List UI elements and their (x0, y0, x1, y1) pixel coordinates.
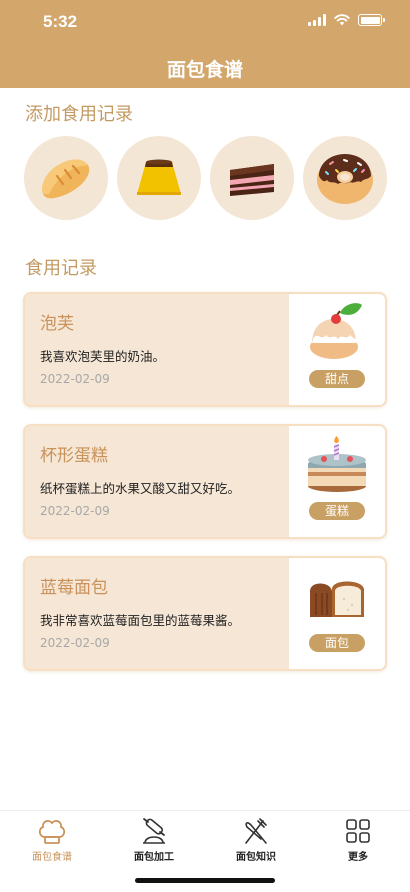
record-card[interactable]: 蓝莓面包 我非常喜欢蓝莓面包里的蓝莓果酱。 2022-02-09 面包 (23, 556, 387, 671)
record-date: 2022-02-09 (40, 372, 110, 386)
home-indicator (135, 878, 275, 883)
category-tag: 蛋糕 (309, 502, 365, 520)
add-donut-button[interactable] (303, 136, 387, 220)
tab-processing[interactable]: 面包加工 (114, 817, 194, 863)
record-card[interactable]: 泡芙 我喜欢泡芙里的奶油。 2022-02-09 甜点 (23, 292, 387, 407)
tab-label: 面包加工 (134, 852, 174, 863)
record-title: 杯形蛋糕 (40, 446, 108, 466)
toast-bread-icon (310, 581, 364, 617)
record-side: 面包 (289, 558, 385, 669)
fork-knife-icon (245, 818, 267, 844)
record-side: 甜点 (289, 294, 385, 405)
header-bar: 5:32 面包食谱 (0, 0, 410, 88)
category-tag: 面包 (309, 634, 365, 652)
birthday-cake-icon (308, 436, 366, 492)
records-title: 食用记录 (25, 258, 97, 279)
record-title: 蓝莓面包 (40, 578, 108, 598)
battery-icon (358, 14, 385, 26)
add-bread-button[interactable] (24, 136, 108, 220)
tab-label: 面包知识 (236, 852, 276, 863)
record-desc: 我非常喜欢蓝莓面包里的蓝莓果酱。 (40, 613, 241, 628)
tab-more[interactable]: 更多 (318, 817, 398, 863)
record-title: 泡芙 (40, 314, 74, 334)
wifi-icon (334, 14, 350, 26)
status-bar: 5:32 (0, 0, 410, 46)
grid-icon (346, 819, 370, 843)
tab-knowledge[interactable]: 面包知识 (216, 817, 296, 863)
tab-label: 面包食谱 (32, 852, 72, 863)
record-side: 蛋糕 (289, 426, 385, 537)
add-record-title: 添加食用记录 (25, 104, 133, 125)
donut-icon (317, 154, 373, 204)
record-card[interactable]: 杯形蛋糕 纸杯蛋糕上的水果又酸又甜又好吃。 2022-02-09 蛋糕 (23, 424, 387, 539)
page-title: 面包食谱 (166, 59, 243, 81)
tab-recipes[interactable]: 面包食谱 (12, 817, 92, 863)
record-desc: 我喜欢泡芙里的奶油。 (40, 349, 166, 364)
status-time: 5:32 (43, 12, 78, 31)
add-pudding-button[interactable] (117, 136, 201, 220)
chef-hat-icon (38, 820, 66, 844)
cake-slice-icon (230, 164, 274, 196)
category-tag: 甜点 (309, 370, 365, 388)
cream-puff-icon (310, 303, 362, 359)
record-date: 2022-02-09 (40, 636, 110, 650)
signal-icon (308, 14, 326, 26)
pudding-icon (137, 159, 181, 195)
record-date: 2022-02-09 (40, 504, 110, 518)
record-desc: 纸杯蛋糕上的水果又酸又甜又好吃。 (40, 481, 241, 496)
status-icons (308, 14, 385, 26)
tab-label: 更多 (348, 852, 368, 863)
add-cake-button[interactable] (210, 136, 294, 220)
bread-icon (42, 159, 90, 199)
rolling-pin-icon (143, 818, 165, 844)
